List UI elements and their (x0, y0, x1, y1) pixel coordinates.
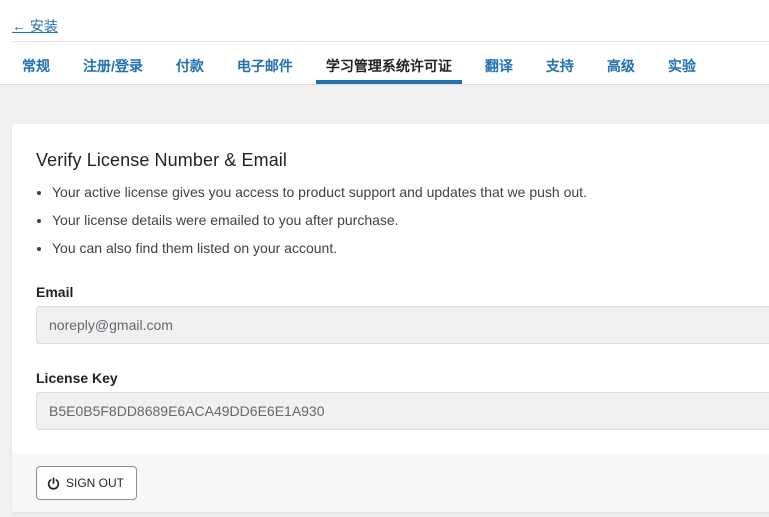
sign-out-button[interactable]: SIGN OUT (36, 466, 138, 500)
tab-payment[interactable]: 付款 (166, 42, 214, 84)
back-link[interactable]: ← 安装 (12, 16, 58, 36)
tab-translation[interactable]: 翻译 (475, 42, 523, 84)
tab-general[interactable]: 常规 (12, 42, 60, 84)
tab-registration-login[interactable]: 注册/登录 (73, 42, 153, 84)
card-title: Verify License Number & Email (36, 150, 287, 170)
tab-advanced[interactable]: 高级 (597, 42, 645, 84)
license-card: Verify License Number & Email Your activ… (12, 124, 769, 512)
license-key-label: License Key (36, 370, 118, 386)
email-field[interactable] (36, 306, 769, 344)
card-footer: SIGN OUT (12, 454, 769, 512)
sign-out-label: SIGN OUT (66, 476, 125, 490)
email-label: Email (36, 284, 74, 300)
tab-email[interactable]: 电子邮件 (227, 42, 303, 84)
list-item: You can also find them listed on your ac… (52, 236, 587, 264)
info-list: Your active license gives you access to … (36, 180, 587, 264)
top-bar: ← 安装 常规 注册/登录 付款 电子邮件 学习管理系统许可证 翻译 支持 高级… (0, 0, 769, 85)
settings-tabs: 常规 注册/登录 付款 电子邮件 学习管理系统许可证 翻译 支持 高级 实验 (12, 42, 719, 84)
list-item: Your active license gives you access to … (52, 180, 587, 208)
tab-support[interactable]: 支持 (536, 42, 584, 84)
list-item: Your license details were emailed to you… (52, 208, 587, 236)
license-key-field[interactable] (36, 392, 769, 430)
tab-experimental[interactable]: 实验 (658, 42, 706, 84)
power-icon (47, 476, 60, 490)
tab-lms-license[interactable]: 学习管理系统许可证 (315, 42, 462, 84)
